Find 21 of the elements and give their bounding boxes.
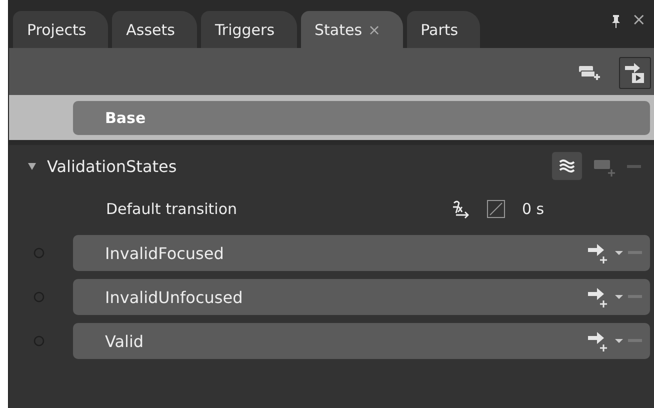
tab[interactable]: States × — [300, 11, 403, 48]
state-item[interactable]: InvalidUnfocused — [73, 279, 650, 315]
fluid-layout-icon[interactable] — [552, 152, 582, 180]
tab[interactable]: Projects — [13, 11, 108, 48]
collapse-arrow-icon[interactable] — [27, 161, 37, 171]
transition-label: Default transition — [106, 200, 238, 218]
pin-icon[interactable] — [610, 14, 622, 28]
group-name: ValidationStates — [47, 156, 177, 176]
state-item[interactable]: Valid — [73, 323, 650, 359]
transition-preview-icon[interactable] — [619, 57, 651, 89]
state-name: InvalidUnfocused — [105, 288, 243, 306]
tab[interactable]: Parts — [406, 11, 480, 48]
state-item[interactable]: Base — [73, 100, 650, 134]
tab[interactable]: Triggers — [200, 11, 297, 48]
close-button[interactable]: × — [632, 10, 646, 30]
state-name: InvalidFocused — [105, 244, 224, 262]
tab[interactable]: Assets — [112, 11, 197, 48]
linear-easing-icon[interactable] — [486, 199, 506, 219]
duration-field[interactable]: 0 s — [522, 200, 544, 218]
state-item[interactable]: InvalidFocused — [73, 235, 650, 271]
state-name: Valid — [105, 332, 144, 350]
